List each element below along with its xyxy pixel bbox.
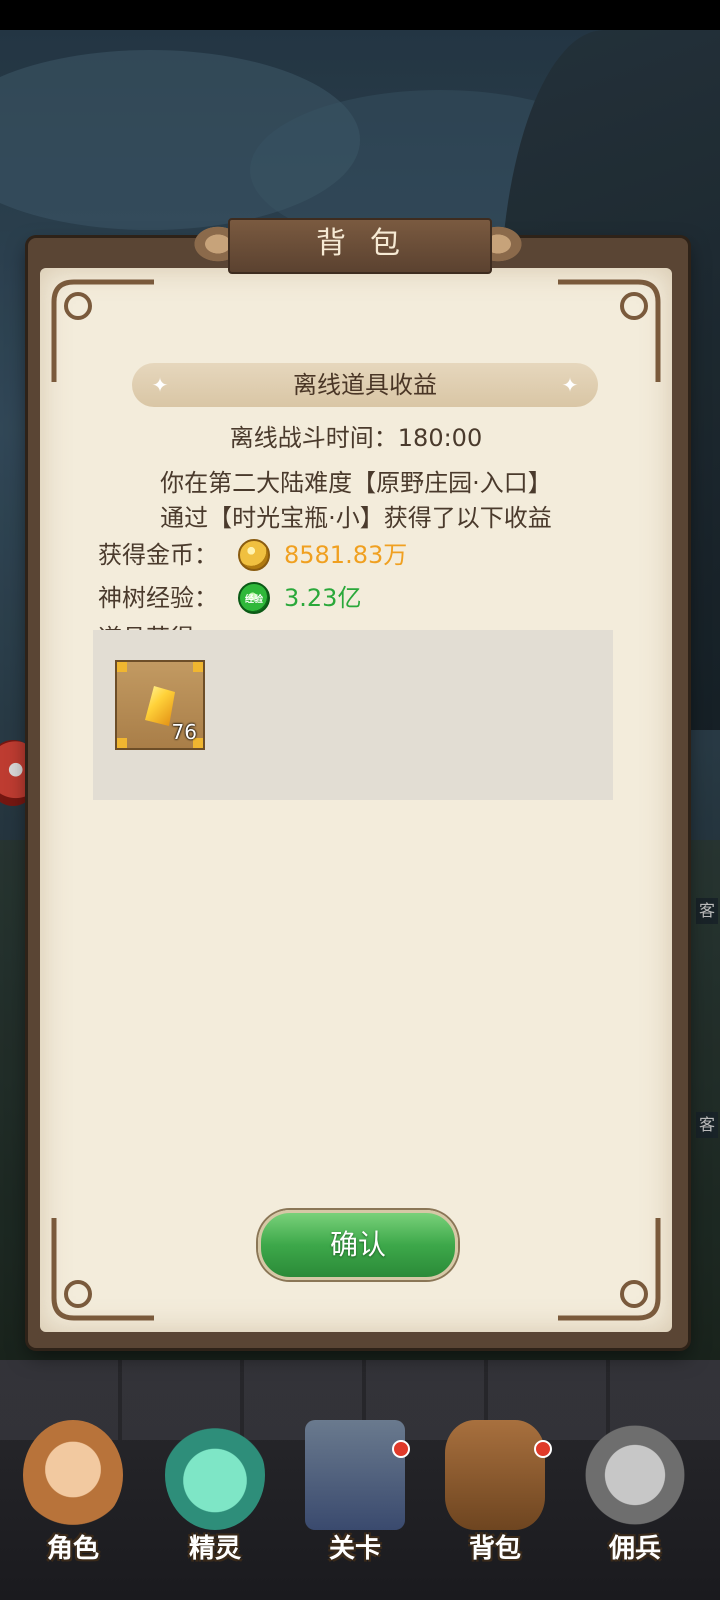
nav-spirit[interactable]: 精灵 [150, 1410, 280, 1585]
character-icon [23, 1420, 123, 1530]
corner-ornament [44, 1208, 164, 1328]
dialog-title-plate: 背包 [188, 212, 528, 276]
spirit-icon [165, 1420, 265, 1530]
nav-stage[interactable]: 关卡 [290, 1410, 420, 1585]
offline-time-value: 180:00 [397, 424, 483, 452]
dialog-paper: ✦ ✦ 离线道具收益 离线战斗时间：180:00 你在第二大陆难度【原野庄园·入… [40, 268, 672, 1332]
item-count: 76 [171, 720, 197, 744]
dialog-title: 背包 [316, 226, 424, 261]
exp-icon-text: 经验 [244, 595, 263, 605]
nav-character[interactable]: 角色 [8, 1410, 138, 1585]
corner-ornament [548, 1208, 668, 1328]
mercenary-icon [585, 1420, 685, 1530]
nav-character-label: 角色 [46, 1534, 99, 1564]
info-line-2: 通过【时光宝瓶·小】获得了以下收益 [160, 504, 552, 532]
exp-potion-icon: 经验 [238, 582, 270, 614]
offline-reward-dialog: ✦ ✦ 离线道具收益 离线战斗时间：180:00 你在第二大陆难度【原野庄园·入… [28, 218, 688, 1348]
items-panel: 76 [93, 630, 613, 800]
nav-backpack[interactable]: 背包 [430, 1410, 560, 1585]
confirm-button[interactable]: 确认 [258, 1210, 458, 1280]
nav-mercenary-label: 佣兵 [608, 1534, 661, 1564]
stage-icon [305, 1420, 405, 1530]
section-title: 离线道具收益 [293, 371, 437, 399]
nav-spirit-label: 精灵 [188, 1534, 241, 1564]
gold-crystal-icon [145, 686, 175, 726]
stage-badge [392, 1440, 410, 1458]
exp-label: 神树经验： [98, 584, 218, 612]
nav-backpack-label: 背包 [468, 1534, 521, 1564]
nav-mercenary[interactable]: 佣兵 [570, 1410, 700, 1585]
info-line-1: 你在第二大陆难度【原野庄园·入口】 [160, 469, 552, 497]
section-banner: ✦ ✦ 离线道具收益 [132, 363, 598, 407]
backpack-badge [534, 1440, 552, 1458]
nav-stage-label: 关卡 [328, 1534, 381, 1564]
status-bar [0, 0, 720, 30]
gold-label: 获得金币： [98, 541, 218, 569]
confirm-label: 确认 [329, 1228, 386, 1261]
gold-coin-icon [238, 539, 270, 571]
gold-value: 8581.83万 [284, 541, 408, 569]
backpack-icon [445, 1420, 545, 1530]
item-slot[interactable]: 76 [115, 660, 205, 750]
exp-value: 3.23亿 [284, 584, 362, 612]
offline-time: 离线战斗时间：180:00 [40, 418, 672, 453]
offline-time-label: 离线战斗时间： [229, 424, 398, 452]
